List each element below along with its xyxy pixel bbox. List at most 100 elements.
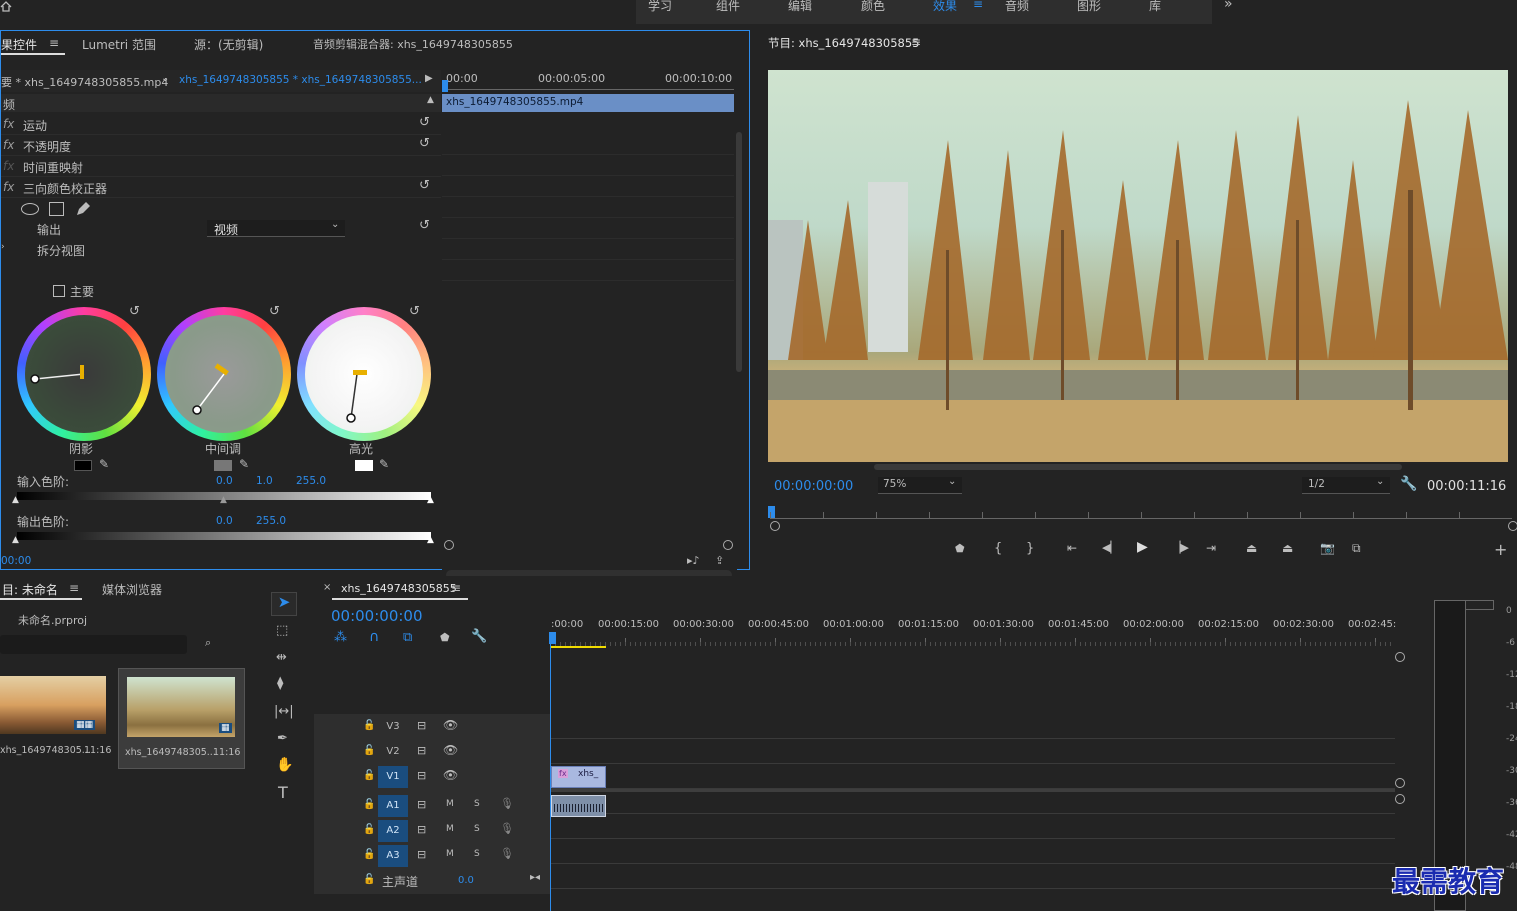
fx-icon[interactable]: fx — [3, 138, 14, 152]
sequence-dropdown[interactable]: xhs_1649748305855 * xhs_1649748305855... — [179, 74, 422, 86]
ripple-edit-tool-icon[interactable]: ⇹ — [276, 650, 287, 665]
effect-row-motion[interactable]: fx 运动 ↺ — [1, 114, 441, 135]
lock-icon[interactable]: 🔓 — [363, 799, 375, 810]
output-level-white[interactable]: 255.0 — [256, 515, 286, 527]
add-marker-icon[interactable]: ⬟ — [440, 631, 450, 644]
video-clip[interactable]: fx xhs_ — [551, 766, 606, 788]
program-ruler[interactable] — [770, 518, 1512, 519]
eye-icon[interactable]: 👁 — [443, 743, 458, 757]
timeline-timecode[interactable]: 00:00:00:00 — [331, 607, 423, 625]
gray-swatch[interactable] — [214, 460, 232, 471]
zoom-select[interactable]: 75% ⌄ — [878, 476, 962, 494]
track-target-v2[interactable]: V2 — [378, 741, 408, 763]
output-slider-white[interactable]: ▲ — [427, 535, 434, 545]
sync-lock-icon[interactable]: ⊟ — [417, 769, 426, 782]
close-icon[interactable]: × — [323, 582, 331, 593]
collapse-icon[interactable]: ▲ — [427, 95, 434, 105]
export-icon[interactable]: ⇪ — [715, 554, 724, 567]
razor-tool-icon[interactable]: ⧫ — [277, 676, 283, 691]
mute-button[interactable]: M — [446, 849, 454, 859]
microphone-icon[interactable]: 🎙 — [500, 822, 514, 835]
type-tool-icon[interactable]: T — [278, 783, 288, 802]
slip-tool-icon[interactable]: |↔| — [274, 704, 294, 719]
nest-icon[interactable]: ⁂ — [334, 630, 347, 645]
go-to-in-icon[interactable]: ⇤ — [1067, 541, 1077, 555]
color-wheel-midtones[interactable] — [157, 307, 291, 441]
play-only-icon[interactable]: ▶ — [425, 73, 433, 84]
tab-lumetri-scopes[interactable]: Lumetri 范围 — [82, 36, 156, 53]
eyedropper-icon[interactable]: ✎ — [99, 457, 109, 471]
mark-out-icon[interactable]: } — [1026, 541, 1034, 556]
mark-in-icon[interactable]: { — [994, 541, 1002, 556]
comparison-view-icon[interactable]: ⧉ — [1352, 541, 1361, 556]
rectangle-mask-icon[interactable] — [49, 202, 64, 216]
work-area-bar[interactable] — [550, 646, 606, 648]
home-icon[interactable] — [0, 0, 12, 12]
tab-audio-clip-mixer[interactable]: 音频剪辑混合器: xhs_1649748305855 — [313, 36, 513, 52]
tab-media-browser[interactable]: 媒体浏览器 — [102, 581, 162, 598]
scroll-circle[interactable] — [1395, 778, 1405, 788]
track-target-v1[interactable]: V1 — [378, 766, 408, 788]
track-target-a2[interactable]: A2 — [378, 820, 408, 842]
tab-menu-icon[interactable]: ≡ — [49, 36, 59, 50]
ec-scroll-circle-right[interactable] — [723, 540, 733, 550]
output-slider-black[interactable]: ▲ — [12, 535, 19, 545]
lock-icon[interactable]: 🔓 — [363, 849, 375, 860]
tab-source[interactable]: 源：(无剪辑) — [194, 36, 263, 53]
workspace-more-icon[interactable]: » — [1224, 0, 1233, 12]
timeline-settings-icon[interactable]: 🔧 — [471, 629, 487, 644]
scroll-circle-left[interactable] — [770, 521, 780, 531]
resolution-select[interactable]: 1/2 ⌄ — [1302, 476, 1390, 494]
sync-lock-icon[interactable]: ⊟ — [417, 798, 426, 811]
camera-icon[interactable]: 📷 — [1320, 541, 1335, 555]
reset-icon[interactable]: ↺ — [419, 178, 430, 193]
reset-icon[interactable]: ↺ — [419, 115, 430, 130]
effect-row-color-corrector[interactable]: fx 三向颜色校正器 ↺ — [1, 177, 441, 198]
reset-icon[interactable]: ↺ — [269, 304, 280, 319]
project-search-input[interactable] — [0, 635, 187, 654]
microphone-icon[interactable]: 🎙 — [500, 797, 514, 810]
workspace-menu-icon[interactable]: ≡ — [973, 0, 983, 11]
input-slider-gamma[interactable]: ▲ — [220, 495, 227, 505]
track-target-a1[interactable]: A1 — [378, 795, 408, 817]
reset-icon[interactable]: ↺ — [419, 218, 430, 233]
play-icon[interactable]: ▶ — [1137, 539, 1148, 555]
snap-icon[interactable]: ∩ — [369, 629, 379, 645]
video-hscroll[interactable] — [874, 464, 1402, 470]
microphone-icon[interactable]: 🎙 — [500, 847, 514, 860]
hand-tool-icon[interactable]: ✋ — [276, 757, 293, 773]
solo-button[interactable]: S — [474, 849, 480, 859]
go-to-end-icon[interactable]: ▸◂ — [530, 872, 540, 883]
lock-icon[interactable]: 🔓 — [363, 874, 375, 885]
mute-button[interactable]: M — [446, 799, 454, 809]
sync-lock-icon[interactable]: ⊟ — [417, 848, 426, 861]
step-forward-icon[interactable]: ▕▶ — [1172, 541, 1189, 554]
ec-scroll-circle-left[interactable] — [444, 540, 454, 550]
track-target-a3[interactable]: A3 — [378, 845, 408, 867]
project-item[interactable]: ▦▦ xhs_1649748305... 11:16 — [0, 672, 111, 764]
sync-lock-icon[interactable]: ⊟ — [417, 744, 426, 757]
lock-icon[interactable]: 🔓 — [363, 745, 375, 756]
track-target-v3[interactable]: V3 — [378, 716, 408, 738]
scroll-circle-right[interactable] — [1508, 521, 1517, 531]
reset-icon[interactable]: ↺ — [129, 304, 140, 319]
timeline-menu-icon[interactable]: ≡ — [451, 581, 461, 595]
eye-icon[interactable]: 👁 — [443, 768, 458, 782]
master-track-value[interactable]: 0.0 — [458, 875, 474, 886]
workspace-tab-effects[interactable]: 效果 — [933, 0, 957, 14]
mute-button[interactable]: M — [446, 824, 454, 834]
output-levels-gradient[interactable] — [17, 532, 431, 540]
program-current-time[interactable]: 00:00:00:00 — [774, 479, 853, 494]
video-frame[interactable] — [768, 70, 1508, 462]
pen-mask-icon[interactable] — [75, 201, 91, 217]
project-item-selected[interactable]: ▦ xhs_1649748305... 11:16 — [118, 668, 245, 769]
pen-tool-icon[interactable]: ✒ — [277, 731, 288, 746]
workspace-tab-libraries[interactable]: 库 — [1149, 0, 1161, 14]
sync-lock-icon[interactable]: ⊟ — [417, 719, 426, 732]
fx-icon[interactable]: fx — [3, 180, 14, 194]
lock-icon[interactable]: 🔓 — [363, 770, 375, 781]
eye-icon[interactable]: 👁 — [443, 718, 458, 732]
audio-scrub-icon[interactable]: ▸♪ — [687, 554, 700, 567]
sync-lock-icon[interactable]: ⊟ — [417, 823, 426, 836]
workspace-tab-assembly[interactable]: 组件 — [716, 0, 740, 14]
